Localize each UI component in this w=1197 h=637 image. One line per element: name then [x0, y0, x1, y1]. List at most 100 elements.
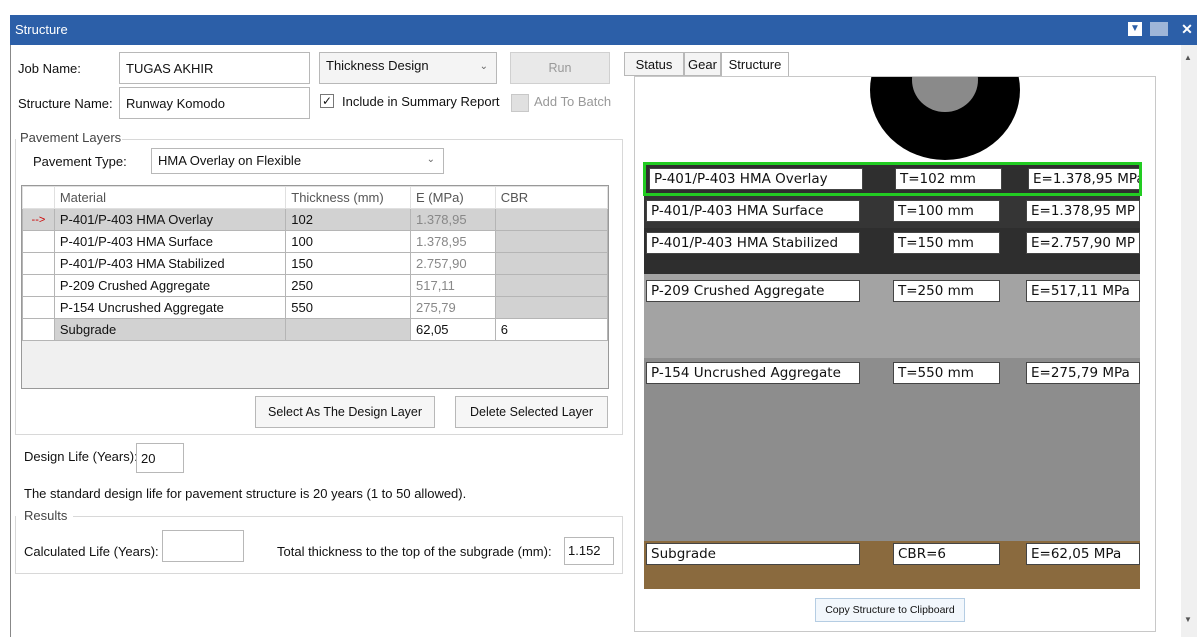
layer-name: P-401/P-403 HMA Stabilized — [646, 232, 860, 254]
delete-layer-button[interactable]: Delete Selected Layer — [455, 396, 608, 428]
layer-name: P-209 Crushed Aggregate — [646, 280, 860, 302]
layer-thickness: T=150 mm — [893, 232, 1000, 254]
cbr-cell — [494, 208, 609, 231]
chevron-down-icon: ⌄ — [479, 61, 488, 72]
structure-name-label: Structure Name: — [18, 96, 113, 111]
col-e[interactable]: E (MPa) — [410, 186, 496, 209]
restore-icon[interactable] — [1150, 22, 1168, 36]
vertical-scrollbar[interactable]: ▲ ▼ — [1181, 45, 1197, 637]
table-row[interactable]: --> P-401/P-403 HMA Overlay 102 1.378,95 — [22, 208, 609, 231]
layer-thickness: CBR=6 — [893, 543, 1000, 565]
row-header — [22, 230, 55, 253]
modulus-cell: 1.378,95 — [410, 208, 496, 231]
table-row[interactable]: P-154 Uncrushed Aggregate 550 275,79 — [22, 296, 609, 319]
select-design-layer-button[interactable]: Select As The Design Layer — [255, 396, 435, 428]
table-row[interactable]: P-401/P-403 HMA Stabilized 150 2.757,90 — [22, 252, 609, 275]
run-button[interactable]: Run — [510, 52, 610, 84]
job-name-field[interactable]: TUGAS AKHIR — [119, 52, 310, 84]
table-row[interactable]: P-401/P-403 HMA Surface 100 1.378,95 — [22, 230, 609, 253]
material-cell[interactable]: P-209 Crushed Aggregate — [53, 274, 287, 297]
check-icon: ✓ — [321, 94, 333, 108]
row-header — [22, 274, 55, 297]
material-cell[interactable]: P-401/P-403 HMA Stabilized — [53, 252, 287, 275]
design-life-field[interactable]: 20 — [136, 443, 184, 473]
layer-modulus: E=1.378,95 MPa — [1028, 168, 1139, 190]
modulus-cell: 275,79 — [410, 296, 496, 319]
add-to-batch-label: Add To Batch — [534, 94, 612, 109]
total-thickness-label: Total thickness to the top of the subgra… — [277, 544, 552, 559]
title-bar: Structure ▼ ✕ — [10, 15, 1197, 45]
row-header — [22, 296, 55, 319]
modulus-cell: 517,11 — [410, 274, 496, 297]
cbr-cell — [494, 230, 609, 253]
thickness-cell[interactable]: 550 — [285, 296, 411, 319]
pavement-type-select[interactable]: HMA Overlay on Flexible ⌄ — [151, 148, 444, 174]
layer-subgrade[interactable]: Subgrade CBR=6 E=62,05 MPa — [644, 541, 1140, 589]
layer-modulus: E=275,79 MPa — [1026, 362, 1140, 384]
layer-name: Subgrade — [646, 543, 860, 565]
total-thickness-field[interactable]: 1.152 — [564, 537, 614, 565]
include-summary-label: Include in Summary Report — [342, 94, 500, 109]
layer-thickness: T=550 mm — [893, 362, 1000, 384]
layer-modulus: E=1.378,95 MP — [1026, 200, 1140, 222]
layer-thickness: T=102 mm — [895, 168, 1002, 190]
layer-modulus: E=517,11 MPa — [1026, 280, 1140, 302]
thickness-cell[interactable]: 102 — [285, 208, 411, 231]
close-icon[interactable]: ✕ — [1180, 22, 1194, 36]
add-to-batch-checkbox[interactable] — [511, 94, 529, 112]
thickness-cell[interactable]: 250 — [285, 274, 411, 297]
thickness-cell[interactable]: 100 — [285, 230, 411, 253]
layer-hma-surface[interactable]: P-401/P-403 HMA Surface T=100 mm E=1.378… — [644, 196, 1140, 228]
design-mode-value: Thickness Design — [326, 58, 429, 73]
material-cell[interactable]: P-401/P-403 HMA Surface — [53, 230, 287, 253]
pavement-type-value: HMA Overlay on Flexible — [158, 153, 302, 168]
chevron-down-icon: ⌄ — [426, 154, 435, 165]
calculated-life-field[interactable] — [162, 530, 244, 562]
layer-modulus: E=62,05 MPa — [1026, 543, 1140, 565]
tab-structure[interactable]: Structure — [721, 52, 789, 77]
cbr-cell[interactable]: 6 — [494, 318, 609, 341]
col-cbr[interactable]: CBR — [494, 186, 609, 209]
design-life-note: The standard design life for pavement st… — [24, 486, 467, 501]
col-thickness[interactable]: Thickness (mm) — [285, 186, 411, 209]
tab-gear[interactable]: Gear — [684, 52, 721, 76]
job-name-label: Job Name: — [18, 61, 81, 76]
modulus-cell[interactable]: 62,05 — [410, 318, 496, 341]
col-material[interactable]: Material — [53, 186, 287, 209]
cbr-cell — [494, 252, 609, 275]
window-border — [10, 45, 11, 637]
layer-hma-stabilized[interactable]: P-401/P-403 HMA Stabilized T=150 mm E=2.… — [644, 228, 1140, 274]
scroll-down-icon[interactable]: ▼ — [1184, 615, 1192, 624]
layer-uncrushed-aggregate[interactable]: P-154 Uncrushed Aggregate T=550 mm E=275… — [644, 358, 1140, 541]
layers-grid[interactable]: Material Thickness (mm) E (MPa) CBR --> … — [21, 185, 609, 389]
row-header-corner — [22, 186, 55, 209]
table-row[interactable]: P-209 Crushed Aggregate 250 517,11 — [22, 274, 609, 297]
design-life-label: Design Life (Years): — [24, 449, 138, 464]
structure-name-field[interactable]: Runway Komodo — [119, 87, 310, 119]
table-row[interactable]: Subgrade 62,05 6 — [22, 318, 609, 341]
cbr-cell — [494, 274, 609, 297]
layer-hma-overlay[interactable]: P-401/P-403 HMA Overlay T=102 mm E=1.378… — [643, 162, 1142, 196]
cbr-cell — [494, 296, 609, 319]
dropdown-icon[interactable]: ▼ — [1128, 22, 1142, 36]
material-cell: Subgrade — [53, 318, 287, 341]
tab-status[interactable]: Status — [624, 52, 684, 76]
thickness-cell[interactable]: 150 — [285, 252, 411, 275]
row-header — [22, 318, 55, 341]
scroll-up-icon[interactable]: ▲ — [1184, 53, 1192, 62]
row-header — [22, 252, 55, 275]
thickness-cell — [285, 318, 411, 341]
copy-structure-button[interactable]: Copy Structure to Clipboard — [815, 598, 965, 622]
material-cell[interactable]: P-154 Uncrushed Aggregate — [53, 296, 287, 319]
include-summary-checkbox[interactable]: ✓ — [320, 94, 334, 108]
layer-crushed-aggregate[interactable]: P-209 Crushed Aggregate T=250 mm E=517,1… — [644, 274, 1140, 358]
row-pointer-icon: --> — [22, 208, 55, 231]
layers-table: Material Thickness (mm) E (MPa) CBR --> … — [22, 186, 609, 341]
material-cell[interactable]: P-401/P-403 HMA Overlay — [53, 208, 287, 231]
table-header-row: Material Thickness (mm) E (MPa) CBR — [22, 186, 609, 209]
modulus-cell: 1.378,95 — [410, 230, 496, 253]
layer-name: P-154 Uncrushed Aggregate — [646, 362, 860, 384]
layer-name: P-401/P-403 HMA Surface — [646, 200, 860, 222]
design-mode-select[interactable]: Thickness Design ⌄ — [319, 52, 497, 84]
layer-thickness: T=100 mm — [893, 200, 1000, 222]
